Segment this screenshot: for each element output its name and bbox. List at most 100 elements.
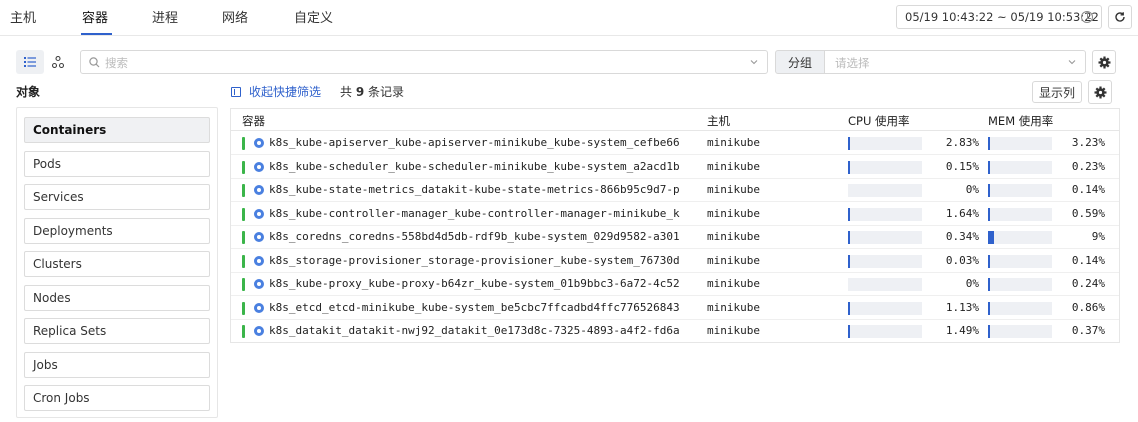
table-row[interactable]: k8s_datakit_datakit-nwj92_datakit_0e173d… xyxy=(231,320,1119,343)
records-number: 9 xyxy=(355,85,365,99)
objects-title: 对象 xyxy=(16,85,41,99)
status-indicator xyxy=(242,137,245,150)
host-name[interactable]: minikube xyxy=(707,207,760,220)
refresh-button[interactable] xyxy=(1108,5,1132,29)
cpu-usage-bar xyxy=(848,231,922,244)
k8s-icon xyxy=(254,279,264,289)
container-name[interactable]: k8s_kube-scheduler_kube-scheduler-miniku… xyxy=(269,160,685,173)
status-indicator xyxy=(242,254,245,268)
show-columns-button[interactable]: 显示列 xyxy=(1032,81,1082,103)
object-item-jobs[interactable]: Jobs xyxy=(24,352,210,378)
cpu-usage-value: 0.03% xyxy=(945,253,979,267)
mem-usage-fill xyxy=(988,184,990,197)
table-settings-button[interactable] xyxy=(1088,80,1112,104)
mem-usage-fill xyxy=(988,301,990,315)
cpu-usage-bar xyxy=(848,207,922,221)
cpu-usage-value: 1.13% xyxy=(945,300,979,314)
search-placeholder: 搜索 xyxy=(105,56,128,70)
object-item-cron-jobs[interactable]: Cron Jobs xyxy=(24,385,210,411)
topology-view-icon xyxy=(52,56,64,68)
object-item-nodes[interactable]: Nodes xyxy=(24,285,210,311)
cpu-usage-fill xyxy=(848,160,850,174)
table-row[interactable]: k8s_kube-controller-manager_kube-control… xyxy=(231,203,1119,226)
container-name[interactable]: k8s_kube-controller-manager_kube-control… xyxy=(269,207,685,220)
object-item-deployments[interactable]: Deployments xyxy=(24,218,210,244)
table-row[interactable]: k8s_kube-scheduler_kube-scheduler-miniku… xyxy=(231,156,1119,179)
k8s-icon xyxy=(254,232,264,242)
container-name[interactable]: k8s_storage-provisioner_storage-provisio… xyxy=(269,254,685,267)
mem-usage-bar xyxy=(988,254,1052,268)
column-header-container[interactable]: 容器 xyxy=(242,113,265,129)
status-indicator xyxy=(242,160,245,174)
host-name[interactable]: minikube xyxy=(707,160,760,173)
host-name[interactable]: minikube xyxy=(707,136,760,149)
topology-view-button[interactable] xyxy=(44,50,72,74)
mem-usage-bar xyxy=(988,184,1052,197)
container-name[interactable]: k8s_kube-apiserver_kube-apiserver-miniku… xyxy=(269,136,685,149)
view-toggle xyxy=(16,50,72,74)
list-view-icon xyxy=(24,57,36,67)
host-name[interactable]: minikube xyxy=(707,183,760,196)
container-name[interactable]: k8s_kube-state-metrics_datakit-kube-stat… xyxy=(269,183,685,196)
object-item-pods[interactable]: Pods xyxy=(24,151,210,177)
mem-usage-bar xyxy=(988,160,1052,174)
mem-usage-bar xyxy=(988,137,1052,150)
table-row[interactable]: k8s_kube-apiserver_kube-apiserver-miniku… xyxy=(231,132,1119,155)
cpu-usage-value: 0.34% xyxy=(945,230,979,243)
container-name[interactable]: k8s_kube-proxy_kube-proxy-b64zr_kube-sys… xyxy=(269,277,685,290)
tab-network[interactable]: 网络 xyxy=(222,7,248,26)
table-row[interactable]: k8s_kube-proxy_kube-proxy-b64zr_kube-sys… xyxy=(231,273,1119,296)
time-range-text: 05/19 10:43:22 ~ 05/19 10:53:22 xyxy=(905,10,1099,24)
chevron-down-icon xyxy=(750,60,758,65)
list-view-button[interactable] xyxy=(16,50,44,74)
object-item-replica-sets[interactable]: Replica Sets xyxy=(24,318,210,344)
status-indicator xyxy=(242,278,245,291)
column-header-host[interactable]: 主机 xyxy=(707,113,730,129)
group-label: 分组 xyxy=(775,50,825,74)
mem-usage-bar xyxy=(988,278,1052,291)
container-name[interactable]: k8s_coredns_coredns-558bd4d5db-rdf9b_kub… xyxy=(269,230,685,243)
table-row[interactable]: k8s_coredns_coredns-558bd4d5db-rdf9b_kub… xyxy=(231,226,1119,249)
toolbar-settings-button[interactable] xyxy=(1092,50,1116,74)
mem-usage-bar xyxy=(988,325,1052,338)
cpu-usage-value: 1.49% xyxy=(945,324,979,337)
mem-usage-bar xyxy=(988,301,1052,315)
host-name[interactable]: minikube xyxy=(707,254,760,267)
host-name[interactable]: minikube xyxy=(707,301,760,314)
tab-process[interactable]: 进程 xyxy=(152,7,178,26)
containers-table: 容器 主机 CPU 使用率 MEM 使用率 k8s_kube-apiserver… xyxy=(230,108,1120,343)
status-indicator xyxy=(242,231,245,244)
tab-custom[interactable]: 自定义 xyxy=(294,7,333,26)
host-name[interactable]: minikube xyxy=(707,324,760,337)
table-row[interactable]: k8s_storage-provisioner_storage-provisio… xyxy=(231,250,1119,273)
clock-icon xyxy=(1081,11,1093,23)
mem-usage-fill xyxy=(988,137,991,150)
container-name[interactable]: k8s_datakit_datakit-nwj92_datakit_0e173d… xyxy=(269,324,685,337)
object-item-clusters[interactable]: Clusters xyxy=(24,251,210,277)
search-input[interactable]: 搜索 xyxy=(80,50,768,74)
table-row[interactable]: k8s_kube-state-metrics_datakit-kube-stat… xyxy=(231,179,1119,202)
k8s-icon xyxy=(254,208,264,219)
collapse-filters-link[interactable]: 收起快捷筛选 xyxy=(231,83,321,100)
tab-container[interactable]: 容器 xyxy=(82,7,108,26)
column-header-mem[interactable]: MEM 使用率 xyxy=(988,113,1053,129)
group-select[interactable]: 请选择 xyxy=(824,50,1086,74)
tab-host[interactable]: 主机 xyxy=(10,7,36,26)
column-header-cpu[interactable]: CPU 使用率 xyxy=(848,113,910,129)
time-range-picker[interactable]: 05/19 10:43:22 ~ 05/19 10:53:22 xyxy=(896,5,1102,29)
refresh-icon xyxy=(1115,12,1125,22)
search-icon xyxy=(89,57,100,68)
mem-usage-value: 0.86% xyxy=(1071,300,1105,314)
container-name[interactable]: k8s_etcd_etcd-minikube_kube-system_be5cb… xyxy=(269,301,685,314)
status-indicator xyxy=(242,207,245,221)
cpu-usage-value: 2.83% xyxy=(945,136,979,149)
records-suffix: 条记录 xyxy=(368,85,405,99)
object-item-containers[interactable]: Containers xyxy=(24,117,210,143)
gear-icon xyxy=(1094,86,1106,98)
object-item-services[interactable]: Services xyxy=(24,184,210,210)
objects-panel: Containers Pods Services Deployments Clu… xyxy=(16,107,218,418)
host-name[interactable]: minikube xyxy=(707,230,760,243)
host-name[interactable]: minikube xyxy=(707,277,760,290)
table-header: 容器 主机 CPU 使用率 MEM 使用率 xyxy=(231,109,1119,131)
table-row[interactable]: k8s_etcd_etcd-minikube_kube-system_be5cb… xyxy=(231,297,1119,320)
